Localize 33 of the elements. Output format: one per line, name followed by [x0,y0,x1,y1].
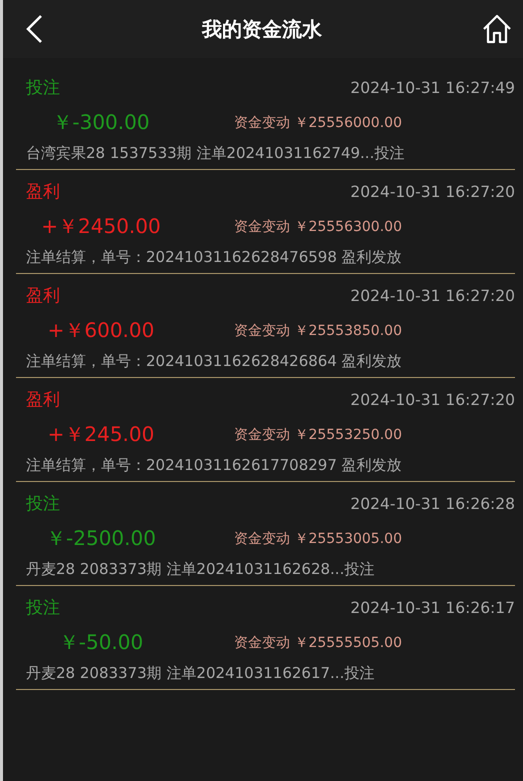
record-amount: +￥600.00 [48,317,154,344]
record-description: 台湾宾果28 1537533期 注单20241031162749...投注 [26,144,406,163]
record-time: 2024-10-31 16:26:28 [350,494,515,512]
record-type: 盈利 [26,285,60,307]
home-icon[interactable] [481,13,513,45]
record-description: 注单结算，单号：20241031162628426864 盈利发放 [26,352,403,371]
record-time: 2024-10-31 16:27:49 [350,78,515,96]
record-description: 注单结算，单号：20241031162617708297 盈利发放 [26,456,403,475]
back-icon[interactable] [25,14,43,44]
record-type: 盈利 [26,389,60,411]
record-time: 2024-10-31 16:26:17 [350,598,515,616]
balance-change: 资金变动 ￥25553005.00 [234,530,402,548]
page-title: 我的资金流水 [202,16,322,42]
record-type: 投注 [26,77,60,99]
balance-change: 资金变动 ￥25556000.00 [234,114,402,132]
record-amount: +￥2450.00 [41,213,161,240]
record-type: 投注 [26,597,60,619]
balance-change: 资金变动 ￥25555505.00 [234,634,402,652]
record-type: 投注 [26,493,60,515]
record-amount: ￥-50.00 [58,629,144,656]
record-type: 盈利 [26,181,60,203]
balance-change: 资金变动 ￥25556300.00 [234,218,402,236]
record-amount: ￥-2500.00 [46,525,156,552]
record-time: 2024-10-31 16:27:20 [350,286,515,304]
record-description: 注单结算，单号：20241031162628476598 盈利发放 [26,248,403,267]
record-time: 2024-10-31 16:27:20 [350,182,515,200]
record-description: 丹麦28 2083373期 注单20241031162628...投注 [26,560,376,579]
record-amount: +￥245.00 [48,421,154,448]
balance-change: 资金变动 ￥25553250.00 [234,426,402,444]
balance-change: 资金变动 ￥25553850.00 [234,322,402,340]
record-description: 丹麦28 2083373期 注单20241031162617...投注 [26,664,376,683]
record-time: 2024-10-31 16:27:20 [350,390,515,408]
record-amount: ￥-300.00 [52,109,150,136]
